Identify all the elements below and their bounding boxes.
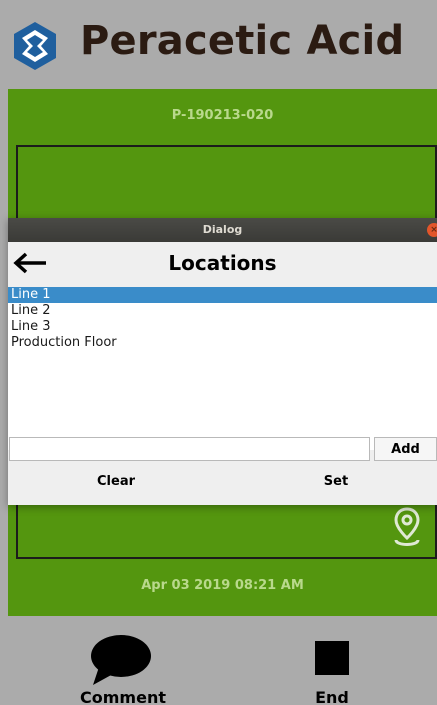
map-pin-icon[interactable] <box>393 507 421 547</box>
set-button[interactable]: Set <box>288 468 384 496</box>
speech-bubble-icon <box>91 635 151 685</box>
location-item[interactable]: Line 2 <box>8 303 437 319</box>
location-list[interactable]: Line 1 Line 2 Line 3 Production Floor <box>8 287 437 450</box>
dialog-header: Locations <box>8 242 437 283</box>
record-id: P-190213-020 <box>171 108 274 123</box>
record-timestamp: Apr 03 2019 08:21 AM <box>141 578 304 593</box>
comment-label: Comment <box>80 688 166 705</box>
stop-square-icon <box>315 641 349 675</box>
close-icon[interactable]: × <box>427 223 437 237</box>
end-label: End <box>315 688 349 705</box>
dialog-titlebar[interactable]: Dialog × <box>8 218 437 242</box>
location-item[interactable]: Production Floor <box>8 335 437 351</box>
location-item[interactable]: Line 1 <box>8 287 437 303</box>
hexagon-logo-icon <box>14 22 56 70</box>
add-location-row: Add <box>8 437 437 462</box>
end-button[interactable]: End <box>290 616 374 705</box>
add-button[interactable]: Add <box>374 437 437 461</box>
app-header: Peracetic Acid <box>0 0 437 89</box>
dialog-action-row: Clear Set <box>8 468 437 498</box>
locations-dialog: Dialog × Locations Line 1 Line 2 Line 3 … <box>8 218 437 505</box>
app-title: Peracetic Acid <box>80 18 405 64</box>
location-item[interactable]: Line 3 <box>8 319 437 335</box>
clear-button[interactable]: Clear <box>68 468 164 496</box>
bottom-action-bar: Comment End <box>0 616 437 705</box>
comment-button[interactable]: Comment <box>60 616 186 705</box>
new-location-input[interactable] <box>9 437 370 461</box>
dialog-heading: Locations <box>168 251 277 275</box>
dialog-window-title: Dialog <box>202 223 243 236</box>
